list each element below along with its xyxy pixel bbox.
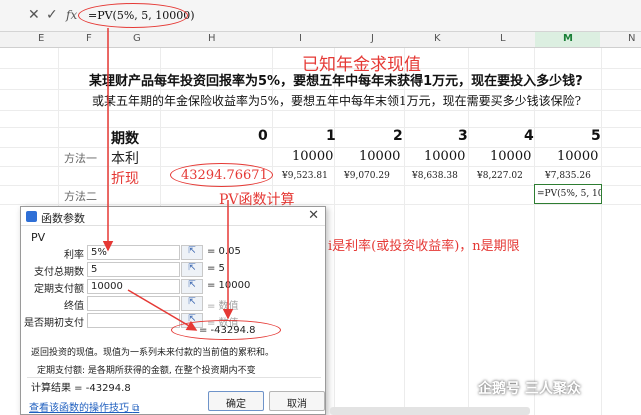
arg-pmt-result: = 10000	[207, 280, 251, 291]
col-header-j[interactable]: J	[371, 33, 374, 44]
dialog-result-oval	[171, 320, 281, 340]
period-5[interactable]: 5	[591, 128, 601, 144]
col-header-n[interactable]: N	[628, 33, 635, 44]
arg-rate-input[interactable]: 5%	[87, 245, 180, 260]
function-args-dialog: 函数参数 ✕ PV 利率 5% ⇱ = 0.05 支付总期数 5 ⇱ = 5 定…	[20, 206, 326, 415]
col-header-i[interactable]: I	[299, 33, 302, 44]
discount-4[interactable]: ¥8,227.02	[477, 171, 523, 181]
discount-2[interactable]: ¥9,070.29	[344, 171, 390, 181]
principal-label[interactable]: 本利	[111, 148, 139, 168]
col-header-g[interactable]: G	[133, 33, 141, 44]
col-header-k[interactable]: K	[434, 33, 441, 44]
col-header-m[interactable]: M	[563, 33, 573, 44]
ok-button[interactable]: 确定	[208, 391, 264, 411]
range-picker-icon[interactable]: ⇱	[181, 279, 203, 294]
active-cell-m[interactable]: =PV(5%, 5, 10000)	[534, 184, 602, 204]
cancel-button[interactable]: 取消	[269, 391, 325, 411]
question-2: 或某五年期的年金保险收益率为5%，要想五年中每年末领1万元，现在需要买多少钱该保…	[92, 94, 582, 108]
question-1: 某理财产品每年投资回报率为5%，要想五年中每年末获得1万元，现在要投入多少钱?	[89, 74, 583, 89]
arg-nper-result: = 5	[207, 263, 225, 274]
arg-nper-label: 支付总期数	[34, 267, 84, 278]
discount-1[interactable]: ¥9,523.81	[282, 171, 328, 181]
arg-rate-label: 利率	[64, 250, 84, 261]
col-header-f[interactable]: F	[86, 33, 92, 44]
period-2[interactable]: 2	[393, 128, 403, 144]
arg-rate-result: = 0.05	[207, 246, 241, 257]
formula-highlight-oval	[78, 3, 188, 28]
watermark: 企鹅号 三人聚众	[478, 381, 581, 397]
function-name: PV	[31, 231, 46, 244]
arg-rate: 利率 5% ⇱ = 0.05	[21, 245, 327, 261]
dialog-title: 函数参数	[41, 212, 85, 225]
arg-nper-input[interactable]: 5	[87, 262, 180, 277]
principal-5[interactable]: 10000	[557, 149, 598, 164]
function-icon	[26, 211, 37, 222]
dialog-titlebar: 函数参数 ✕	[21, 207, 325, 226]
period-label[interactable]: 期数	[111, 128, 139, 148]
period-3[interactable]: 3	[458, 128, 468, 144]
arg-fv-result: = 数值	[207, 301, 239, 312]
discount-5[interactable]: ¥7,835.26	[545, 171, 591, 181]
function-description: 返回投资的现值。现值为一系列未来付款的当前值的累积和。	[31, 348, 275, 358]
col-header-e[interactable]: E	[38, 33, 44, 44]
range-picker-icon[interactable]: ⇱	[181, 245, 203, 260]
period-1[interactable]: 1	[326, 128, 336, 144]
rate-note: i是利率(或投资收益率)，n是期限	[328, 239, 520, 254]
arg-fv-label: 终值	[64, 301, 84, 312]
check-icon[interactable]: ✓	[46, 7, 58, 23]
arg-pmt: 定期支付额 10000 ⇱ = 10000	[21, 279, 327, 295]
help-link-label[interactable]: 查看该函数的操作技巧	[29, 403, 129, 414]
close-icon[interactable]: ✕	[28, 7, 40, 23]
arg-fv-input[interactable]	[87, 296, 180, 311]
period-0[interactable]: 0	[258, 128, 268, 144]
method1-label[interactable]: 方法一	[64, 150, 97, 166]
arg-nper: 支付总期数 5 ⇱ = 5	[21, 262, 327, 278]
arg-type-label: 是否期初支付	[24, 318, 84, 329]
method2-label[interactable]: 方法二	[64, 188, 97, 204]
arg-type-input[interactable]	[87, 313, 180, 328]
dialog-divider	[27, 377, 321, 378]
horizontal-scrollbar[interactable]	[330, 407, 530, 415]
principal-2[interactable]: 10000	[359, 149, 400, 164]
formula-bar: ✕ ✓ fx =PV(5%, 5, 10000)	[0, 0, 641, 32]
discount-3[interactable]: ¥8,638.38	[412, 171, 458, 181]
col-header-h[interactable]: H	[208, 33, 216, 44]
period-4[interactable]: 4	[524, 128, 534, 144]
fx-label[interactable]: fx	[66, 8, 77, 22]
discount-total-oval	[170, 163, 273, 187]
help-link[interactable]: 查看该函数的操作技巧 ⧉	[29, 399, 139, 414]
range-picker-icon[interactable]: ⇱	[181, 262, 203, 277]
discount-label[interactable]: 折现	[111, 168, 139, 188]
arg-pmt-input[interactable]: 10000	[87, 279, 180, 294]
principal-1[interactable]: 10000	[292, 149, 333, 164]
col-header-l[interactable]: L	[500, 33, 506, 44]
principal-4[interactable]: 10000	[490, 149, 531, 164]
close-icon[interactable]: ✕	[308, 208, 319, 223]
calc-result: 计算结果 = -43294.8	[31, 383, 131, 394]
external-link-icon[interactable]: ⧉	[132, 403, 139, 414]
range-picker-icon[interactable]: ⇱	[181, 296, 203, 311]
principal-3[interactable]: 10000	[424, 149, 465, 164]
arg-fv: 终值 ⇱ = 数值	[21, 296, 327, 312]
param-description: 定期支付额: 是各期所获得的金额, 在整个投资期内不变	[37, 366, 256, 376]
column-header: E F G H I J K L M N	[0, 32, 641, 48]
arg-pmt-label: 定期支付额	[34, 284, 84, 295]
